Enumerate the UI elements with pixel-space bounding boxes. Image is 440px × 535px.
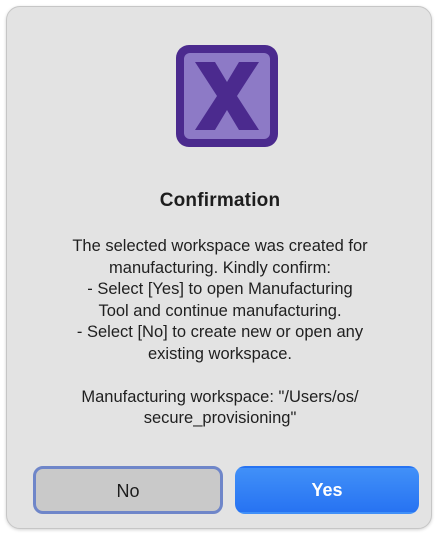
- message-line: Tool and continue manufacturing.: [98, 301, 342, 320]
- message-line: Manufacturing workspace: "/Users/os/: [81, 387, 359, 406]
- yes-button[interactable]: Yes: [235, 466, 419, 514]
- message-line: - Select [Yes] to open Manufacturing: [87, 280, 353, 298]
- dialog-message: The selected workspace was created for m…: [27, 236, 413, 430]
- message-line: manufacturing. Kindly confirm:: [109, 258, 331, 277]
- message-line: - Select [No] to create new or open any: [76, 323, 364, 341]
- message-line: The selected workspace was created for: [72, 237, 368, 255]
- no-button[interactable]: No: [33, 466, 223, 514]
- app-x-icon: [176, 45, 278, 147]
- confirmation-dialog: Confirmation The selected workspace was …: [6, 6, 432, 529]
- message-line: secure_provisioning": [143, 409, 297, 427]
- dialog-title: Confirmation: [159, 190, 281, 211]
- message-spacer: [27, 365, 413, 387]
- message-line: existing workspace.: [148, 344, 292, 363]
